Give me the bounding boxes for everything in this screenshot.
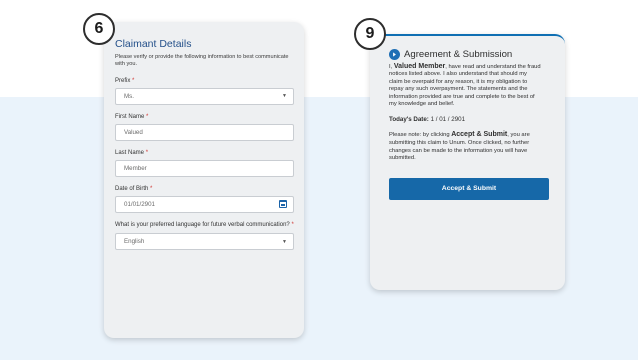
language-value: English: [124, 238, 145, 246]
submission-note: Please note: by clicking Accept & Submit…: [389, 131, 545, 162]
prefix-label: Prefix *: [115, 78, 294, 84]
required-mark: *: [132, 77, 135, 84]
agreement-card: Agreement & Submission I, Valued Member,…: [370, 34, 565, 290]
page: 6 9 Claimant Details Please verify or pr…: [0, 0, 638, 360]
first-name-field[interactable]: [115, 123, 294, 141]
todays-date: Today's Date: 1 / 01 / 2901: [389, 116, 554, 123]
note-prefix: Please note: by clicking: [389, 132, 450, 139]
dob-field[interactable]: [115, 195, 294, 213]
required-mark: *: [291, 221, 294, 228]
last-name-input[interactable]: [124, 164, 264, 172]
required-mark: *: [146, 113, 149, 120]
chevron-down-icon: ▼: [282, 93, 287, 100]
arrow-right-circle-icon: [389, 49, 400, 60]
member-name: Valued Member: [393, 63, 446, 70]
calendar-icon[interactable]: [279, 200, 287, 209]
dob-label: Date of Birth *: [115, 186, 294, 192]
required-mark: *: [150, 185, 153, 192]
note-emphasis: Accept & Submit: [451, 131, 508, 139]
prefix-label-text: Prefix: [115, 77, 131, 84]
agreement-statement: I, Valued Member, have read and understa…: [389, 63, 541, 108]
language-label: What is your preferred language for futu…: [115, 222, 294, 230]
chevron-down-icon: ▼: [282, 238, 287, 245]
agreement-title: Agreement & Submission: [404, 49, 513, 60]
step-marker-9: 9: [354, 18, 386, 50]
prefix-value: Ms.: [124, 92, 134, 100]
date-value: 1 / 01 / 2901: [430, 116, 466, 124]
claimant-details-title: Claimant Details: [115, 38, 192, 50]
first-name-label: First Name *: [115, 114, 294, 120]
claimant-details-intro: Please verify or provide the following i…: [115, 54, 289, 68]
accept-submit-button[interactable]: Accept & Submit: [389, 177, 549, 200]
last-name-label: Last Name *: [115, 150, 294, 156]
prefix-select[interactable]: Ms. ▼: [115, 87, 294, 105]
claimant-details-card: Claimant Details Please verify or provid…: [104, 22, 304, 338]
statement-body: , have read and understand the fraud not…: [389, 64, 541, 108]
last-name-field[interactable]: [115, 159, 294, 177]
agreement-header: Agreement & Submission: [389, 49, 554, 60]
date-label: Today's Date:: [389, 116, 429, 124]
step-marker-6: 6: [83, 13, 115, 45]
dob-label-text: Date of Birth: [115, 185, 149, 192]
dob-input[interactable]: [124, 200, 264, 208]
required-mark: *: [145, 149, 149, 156]
language-label-text: What is your preferred language for futu…: [115, 221, 290, 228]
last-name-label-text: Last Name: [115, 149, 145, 156]
first-name-label-text: First Name: [115, 113, 145, 120]
language-select[interactable]: English ▼: [115, 233, 294, 251]
first-name-input[interactable]: [124, 128, 264, 136]
statement-prefix: I,: [389, 64, 393, 70]
